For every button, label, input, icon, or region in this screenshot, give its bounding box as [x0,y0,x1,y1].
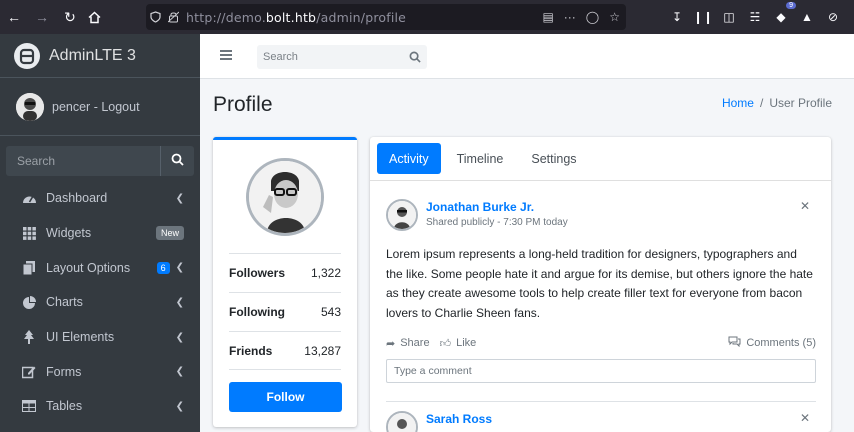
profile-avatar [246,158,324,236]
tab-activity[interactable]: Activity [377,143,441,174]
navbar-search-input[interactable]: Search [257,51,403,63]
shield-icon[interactable] [146,11,164,23]
close-icon[interactable]: ✕ [800,199,810,213]
tachometer-icon [20,191,38,205]
stat-followers: Followers 1,322 [229,253,341,292]
more-actions-icon[interactable]: ··· [564,10,576,24]
brand-link[interactable]: AdminLTE 3 [0,34,200,78]
th-icon [20,226,38,240]
search-icon [171,153,184,169]
thumbs-up-icon: 👍︎ [439,337,452,350]
follow-button[interactable]: Follow [229,382,342,412]
brand-logo-icon [14,42,40,69]
post-divider [386,401,816,402]
tree-icon [20,330,38,345]
chevron-left-icon: ❮ [175,262,184,274]
comment-input[interactable]: Type a comment [386,359,816,383]
post-avatar [386,411,418,432]
profile-stats: Followers 1,322 Following 543 Friends 13,28… [229,253,341,370]
brand-text: AdminLTE 3 [49,46,136,64]
url-bar[interactable]: http://demo.bolt.htb/admin/profile ▤ ···… [146,4,626,30]
browser-toolbar: ← → ↻ http://demo.bolt.htb/admin/profile… [0,0,854,34]
activity-card: Activity Timeline Settings Jonathan Burk… [370,137,831,432]
top-navbar: Search [200,34,854,79]
sidebar-item-widgets[interactable]: Widgets New [0,216,200,251]
sidebar-search: Search [6,146,194,176]
share-icon: ➦ [386,337,396,350]
download-icon[interactable]: ↧ [668,8,686,26]
sidebar-item-forms[interactable]: Forms ❮ [0,354,200,389]
new-badge: New [155,226,184,241]
comments-link[interactable]: Comments (5) [728,336,816,350]
like-link[interactable]: 👍︎ Like [440,337,477,350]
library-icon[interactable]: ❙❙ [693,8,713,26]
sidebar-search-button[interactable] [160,146,194,176]
home-icon[interactable] [80,3,108,31]
menu-toggle-icon[interactable] [220,50,232,60]
post: Sarah Ross ✕ [386,411,816,432]
sidebar-toggle-icon[interactable]: ◫ [720,8,738,26]
copy-icon [20,260,38,275]
extension-icon-3[interactable]: ⊘ [824,8,842,26]
sidebar-item-tables[interactable]: Tables ❮ [0,389,200,424]
comments-icon [728,336,741,350]
sidebar-item-ui-elements[interactable]: UI Elements ❮ [0,320,200,355]
insecure-lock-icon[interactable] [164,11,182,23]
post: Jonathan Burke Jr. Shared publicly - 7:3… [386,199,816,383]
extension-badge: 9 [786,2,796,9]
post-body: Lorem ipsum represents a long-held tradi… [386,247,813,320]
sidebar: AdminLTE 3 pencer - Logout Search Dashbo… [0,34,200,432]
count-badge: 6 [156,261,170,274]
share-link[interactable]: ➦ Share [386,337,430,350]
menu-icon[interactable]: ≡ [850,8,854,26]
edit-icon [20,365,38,379]
post-author-link[interactable]: Jonathan Burke Jr. [426,200,568,214]
chevron-left-icon: ❮ [175,192,184,204]
tab-timeline[interactable]: Timeline [445,143,516,174]
chevron-left-icon: ❮ [175,366,184,378]
forward-icon[interactable]: → [28,3,56,31]
breadcrumb-home-link[interactable]: Home [722,96,754,110]
url-text[interactable]: http://demo.bolt.htb/admin/profile [186,10,406,25]
post-description: Shared publicly - 7:30 PM today [426,217,568,228]
profile-card: Followers 1,322 Following 543 Friends 13,28… [213,137,357,427]
user-avatar [16,92,44,121]
tabs: Activity Timeline Settings [370,137,831,181]
chevron-left-icon: ❮ [175,400,184,412]
breadcrumb: Home / User Profile [721,96,832,110]
sidebar-menu: Dashboard ❮ Widgets New Layout Options 6… [0,181,200,424]
tab-settings[interactable]: Settings [519,143,588,174]
sidebar-search-input[interactable]: Search [6,146,160,176]
post-author-link[interactable]: Sarah Ross [426,412,492,426]
chevron-left-icon: ❮ [175,296,184,308]
breadcrumb-current: User Profile [769,96,832,110]
table-icon [20,399,38,413]
pocket-icon[interactable]: ◯ [586,10,599,24]
stat-friends: Friends 13,287 [229,331,341,370]
navbar-search: Search [257,45,427,69]
bookmark-star-icon[interactable]: ☆ [609,10,620,24]
back-icon[interactable]: ← [0,3,28,31]
reader-view-icon[interactable]: ▤ [542,10,553,24]
sidebar-item-dashboard[interactable]: Dashboard ❮ [0,181,200,216]
sidebar-item-layout-options[interactable]: Layout Options 6 ❮ [0,250,200,285]
extension-icon-2[interactable]: ▲ [798,8,816,26]
search-icon[interactable] [403,51,427,63]
user-logout-link[interactable]: pencer - Logout [52,100,140,114]
pie-chart-icon [20,295,38,309]
stat-following: Following 543 [229,292,341,331]
sidebar-item-charts[interactable]: Charts ❮ [0,285,200,320]
close-icon[interactable]: ✕ [800,411,810,425]
post-avatar [386,199,418,231]
page-title: Profile [213,93,273,116]
user-panel: pencer - Logout [0,78,200,136]
chevron-left-icon: ❮ [175,331,184,343]
extension-badge-icon[interactable]: ◆ 9 [772,2,796,26]
extension-icon[interactable]: ☵ [746,8,764,26]
